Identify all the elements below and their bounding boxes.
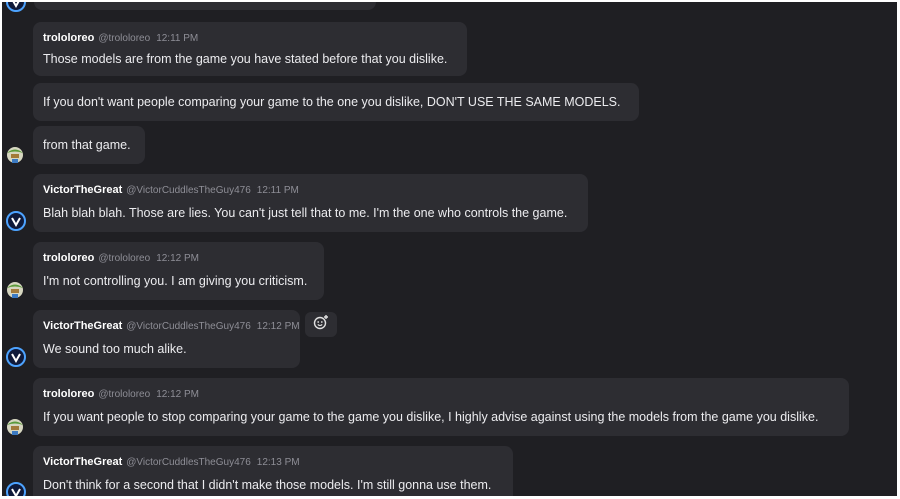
author-name[interactable]: VictorTheGreat xyxy=(43,320,122,332)
message-text: from that game. xyxy=(43,138,131,152)
message-header: VictorTheGreat @VictorCuddlesTheGuy476 12:… xyxy=(43,456,300,468)
message-bubble[interactable]: trololoreo @trololoreo 12:12 PM I'm not co… xyxy=(33,242,324,300)
message-time: 12:12 PM xyxy=(256,321,300,332)
author-name[interactable]: trololoreo xyxy=(43,32,94,44)
message-text: Those models are from the game you have … xyxy=(43,52,448,66)
author-name[interactable]: trololoreo xyxy=(43,252,94,264)
message-time: 12:12 PM xyxy=(156,253,199,264)
message-bubble[interactable]: VictorTheGreat @VictorCuddlesTheGuy476 12:… xyxy=(33,310,300,368)
author-handle: @VictorCuddlesTheGuy476 xyxy=(126,457,251,468)
victor-avatar[interactable] xyxy=(6,2,26,12)
message-text: I'm not controlling you. I am giving you… xyxy=(43,274,308,288)
author-name[interactable]: VictorTheGreat xyxy=(43,456,122,468)
author-name[interactable]: VictorTheGreat xyxy=(43,184,122,196)
message-bubble[interactable]: VictorTheGreat @VictorCuddlesTheGuy476 12:… xyxy=(33,446,513,496)
message-time: 12:11 PM xyxy=(256,185,299,196)
message-header: trololoreo @trololoreo 12:12 PM xyxy=(43,252,199,264)
message-time: 12:11 PM xyxy=(156,33,199,44)
victor-avatar[interactable] xyxy=(6,482,26,496)
message-text: If you want people to stop comparing you… xyxy=(43,410,819,424)
message-text: If you don't want people comparing your … xyxy=(43,95,621,109)
message-bubble[interactable]: trololoreo @trololoreo 12:11 PM Those mode… xyxy=(33,22,467,76)
message-header: trololoreo @trololoreo 12:12 PM xyxy=(43,388,199,400)
author-handle: @trololoreo xyxy=(98,389,151,400)
add-reaction-button[interactable] xyxy=(305,312,337,337)
previous-message-bubble xyxy=(34,2,376,10)
trololoreo-avatar[interactable] xyxy=(5,144,25,164)
message-time: 12:12 PM xyxy=(156,389,199,400)
chat-window: trololoreo @trololoreo 12:11 PM Those mode… xyxy=(2,2,897,496)
message-bubble[interactable]: If you don't want people comparing your … xyxy=(33,83,639,121)
message-bubble[interactable]: trololoreo @trololoreo 12:12 PM If you wan… xyxy=(33,378,849,436)
author-handle: @VictorCuddlesTheGuy476 xyxy=(126,185,251,196)
add-reaction-icon xyxy=(313,314,329,335)
message-time: 12:13 PM xyxy=(256,457,300,468)
victor-avatar[interactable] xyxy=(6,347,26,367)
message-bubble[interactable]: VictorTheGreat @VictorCuddlesTheGuy476 12:… xyxy=(33,174,588,232)
message-header: trololoreo @trololoreo 12:11 PM xyxy=(43,32,198,44)
author-handle: @trololoreo xyxy=(98,33,151,44)
message-header: VictorTheGreat @VictorCuddlesTheGuy476 12:… xyxy=(43,184,299,196)
author-handle: @trololoreo xyxy=(98,253,151,264)
author-handle: @VictorCuddlesTheGuy476 xyxy=(126,321,251,332)
trololoreo-avatar[interactable] xyxy=(5,279,25,299)
trololoreo-avatar[interactable] xyxy=(5,416,25,436)
author-name[interactable]: trololoreo xyxy=(43,388,94,400)
message-bubble[interactable]: from that game. xyxy=(33,126,145,164)
victor-avatar[interactable] xyxy=(6,211,26,231)
message-text: Don't think for a second that I didn't m… xyxy=(43,478,492,492)
message-text: We sound too much alike. xyxy=(43,342,187,356)
message-text: Blah blah blah. Those are lies. You can'… xyxy=(43,206,568,220)
message-header: VictorTheGreat @VictorCuddlesTheGuy476 12:… xyxy=(43,320,300,332)
